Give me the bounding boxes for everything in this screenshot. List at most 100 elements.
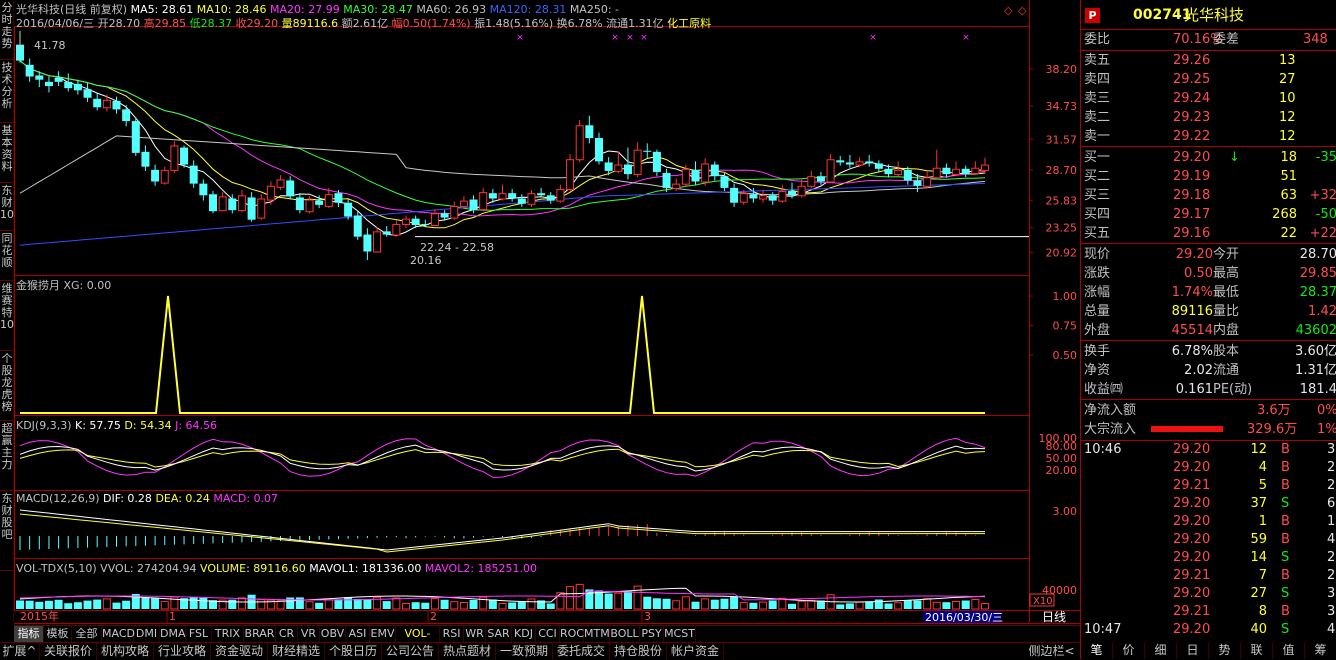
quote-view-tab[interactable]: 值 bbox=[1273, 642, 1305, 659]
bottom-tab[interactable]: 扩展^ bbox=[0, 643, 40, 660]
order-label: 买四 bbox=[1084, 207, 1111, 222]
indicator-tab[interactable]: VOL-TDX bbox=[396, 626, 440, 656]
order-change: +32 bbox=[1309, 188, 1336, 203]
p-icon[interactable]: P bbox=[1085, 8, 1100, 23]
left-tab[interactable]: 分时走势 bbox=[0, 0, 14, 60]
chart-grid bbox=[14, 0, 1080, 624]
volume-bar bbox=[691, 601, 700, 609]
indicator-tab[interactable]: DMI bbox=[134, 626, 160, 642]
stat-row: 涨跌 0.50 最高 29.85 bbox=[1081, 264, 1336, 283]
bottom-tab[interactable]: 财经精选 bbox=[268, 643, 325, 660]
indicator-tab[interactable]: MCST bbox=[664, 626, 696, 642]
indicator-tab[interactable]: ROC bbox=[560, 626, 584, 642]
bottom-tab[interactable]: 机构攻略 bbox=[97, 643, 154, 660]
vol-legend: VOL-TDX(5,10) VVOL: 274204.94 VOLUME: 89… bbox=[16, 562, 537, 575]
indicator-tab[interactable]: CR bbox=[276, 626, 298, 642]
candle-body bbox=[981, 164, 989, 171]
candle-body bbox=[324, 194, 333, 207]
tick-price: 29.20 bbox=[1173, 496, 1211, 511]
quote-view-tab[interactable]: 价 bbox=[1113, 642, 1145, 659]
indicator-tab[interactable]: TRIX bbox=[212, 626, 244, 642]
indicator-tab[interactable]: RSI bbox=[440, 626, 464, 642]
order-label: 卖一 bbox=[1084, 129, 1111, 144]
indicator-tab[interactable]: 模板 bbox=[44, 626, 72, 642]
x-axis-date: 2016/03/30/三 bbox=[925, 611, 1003, 624]
indicator-tab[interactable]: MTM bbox=[584, 626, 610, 642]
candle-body bbox=[402, 218, 410, 225]
order-change: -50 bbox=[1315, 207, 1336, 222]
volume-bar bbox=[141, 597, 150, 609]
indicator-tab[interactable]: OBV bbox=[320, 626, 346, 642]
candle-body bbox=[266, 185, 275, 201]
weibi-row: 委比 70.16% 委差 348 bbox=[1081, 30, 1336, 49]
candle-body bbox=[952, 168, 961, 176]
bottom-tab[interactable]: 持仓股份 bbox=[610, 643, 667, 660]
quote-view-tab[interactable]: 笔 bbox=[1081, 642, 1113, 659]
tick-direction: S bbox=[1281, 550, 1290, 565]
left-tab[interactable]: 东财10 bbox=[0, 183, 14, 231]
quote-view-tab[interactable]: 势 bbox=[1209, 642, 1241, 659]
indicator-tab[interactable]: CCI bbox=[536, 626, 560, 642]
indicator-tab[interactable]: MACD bbox=[102, 626, 135, 642]
buy-row: 买五 29.16 22 +22 bbox=[1081, 224, 1336, 243]
info-line: 2016/04/06/三 开28.70 高29.85 低28.37 收29.20… bbox=[16, 16, 711, 30]
indicator-tab[interactable]: ASI bbox=[346, 626, 370, 642]
quote-view-tab[interactable]: 日 bbox=[1177, 642, 1209, 659]
indicator-tab[interactable]: KDJ bbox=[512, 626, 536, 642]
quote-view-tab[interactable]: 筹 bbox=[1305, 642, 1336, 659]
volume-bar bbox=[710, 599, 719, 609]
left-tab[interactable]: 个股龙虎榜 bbox=[0, 351, 14, 421]
left-tab[interactable]: 技术分析 bbox=[0, 60, 14, 123]
left-tab[interactable]: 同花顺 bbox=[0, 231, 14, 281]
indicator-tab[interactable]: 指标 bbox=[14, 626, 44, 642]
bottom-tab[interactable]: 热点题材 bbox=[439, 643, 496, 660]
volume-bar bbox=[614, 592, 623, 610]
order-price: 29.26 bbox=[1173, 53, 1211, 68]
bottom-tab[interactable]: 公司公告 bbox=[382, 643, 439, 660]
left-tab[interactable]: 超赢主力 bbox=[0, 421, 14, 491]
volume-bar bbox=[430, 598, 439, 610]
kdj-k-line bbox=[19, 444, 986, 472]
info-item: 收29.20 bbox=[236, 16, 282, 30]
indicator-tab[interactable]: FSL bbox=[186, 626, 212, 642]
tick-count: 3 bbox=[1327, 604, 1336, 619]
event-marker: × bbox=[626, 33, 634, 43]
volume-bar bbox=[344, 597, 353, 609]
indicator-tab[interactable]: BOLL bbox=[610, 626, 640, 642]
quote-view-tab[interactable]: 联 bbox=[1241, 642, 1273, 659]
volume-bar bbox=[315, 602, 324, 609]
price-axis-label: 34.73 bbox=[1046, 100, 1078, 113]
info-item: 化工原料 bbox=[667, 16, 711, 30]
indicator-tab[interactable]: WR bbox=[464, 626, 486, 642]
volume-bar bbox=[450, 601, 459, 610]
volume-bar bbox=[276, 600, 285, 610]
chart-text-labels: 光华科技(日线 前复权) MA5: 28.61 MA10: 28.46 MA20… bbox=[16, 2, 1077, 624]
left-tab[interactable]: 维赛特10 bbox=[0, 281, 14, 351]
bottom-tab[interactable]: 侧边栏< bbox=[1022, 643, 1082, 660]
left-tab[interactable]: 基本资料 bbox=[0, 123, 14, 183]
indicator-tab[interactable]: BRAR bbox=[244, 626, 276, 642]
bottom-tab[interactable]: 资金驱动 bbox=[211, 643, 268, 660]
indicator-tab[interactable]: DMA bbox=[160, 626, 186, 642]
tick-price: 29.20 bbox=[1173, 532, 1211, 547]
bottom-tab[interactable]: 帐户资金 bbox=[667, 643, 724, 660]
bottom-tab[interactable]: 委托成交 bbox=[553, 643, 610, 660]
bottom-tab[interactable]: 一致预期 bbox=[496, 643, 553, 660]
bottom-tab[interactable]: 个股日历 bbox=[325, 643, 382, 660]
volume-bar bbox=[83, 600, 92, 609]
bottom-tab[interactable]: 关联报价 bbox=[40, 643, 97, 660]
indicator-tab[interactable]: SAR bbox=[486, 626, 512, 642]
indicator-tab[interactable]: PSY bbox=[640, 626, 664, 642]
info-item: 换6.78% bbox=[557, 16, 606, 30]
quote-view-tab[interactable]: 细 bbox=[1145, 642, 1177, 659]
indicator-tab[interactable]: EMV bbox=[370, 626, 396, 642]
bottom-tab[interactable]: 行业攻略 bbox=[154, 643, 211, 660]
indicator-tab[interactable]: VR bbox=[298, 626, 320, 642]
tick-count: 3 bbox=[1327, 586, 1336, 601]
volume-bar bbox=[469, 600, 478, 609]
tick-row: 29.21 7 B 2 bbox=[1081, 566, 1336, 585]
indicator-tab[interactable]: 全部 bbox=[72, 626, 102, 642]
left-tab[interactable]: 东财股吧 bbox=[0, 491, 14, 571]
volume-bar bbox=[807, 599, 816, 610]
kline-chart-area[interactable]: 光华科技(日线 前复权) MA5: 28.61 MA10: 28.46 MA20… bbox=[14, 0, 1080, 624]
